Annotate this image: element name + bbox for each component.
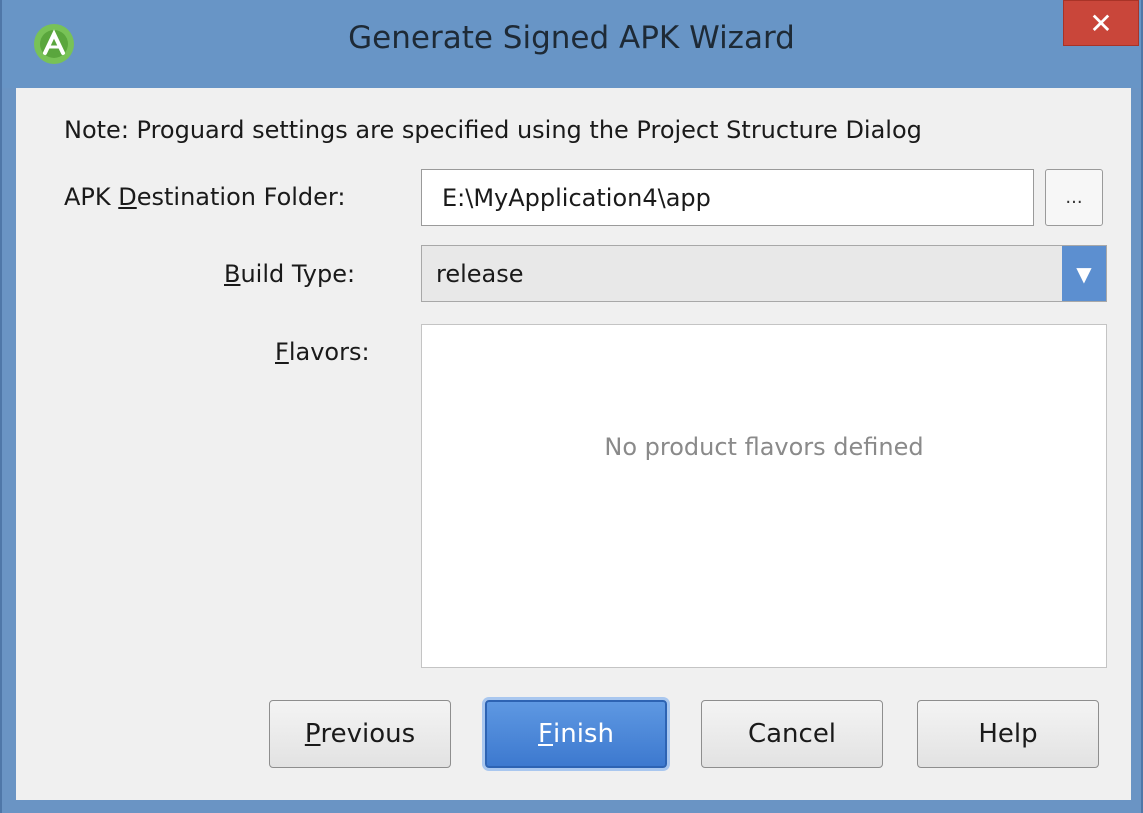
- title-bar[interactable]: Generate Signed APK Wizard ✕: [2, 0, 1141, 88]
- build-type-select[interactable]: release ▼: [421, 245, 1107, 302]
- window-title: Generate Signed APK Wizard: [348, 20, 795, 56]
- dialog-content: Note: Proguard settings are specified us…: [16, 88, 1131, 800]
- destination-label: APK Destination Folder:: [64, 183, 346, 211]
- proguard-note: Note: Proguard settings are specified us…: [64, 116, 922, 144]
- wizard-window: Generate Signed APK Wizard ✕ Note: Progu…: [0, 0, 1143, 813]
- close-icon: ✕: [1089, 6, 1113, 40]
- flavors-list[interactable]: No product flavors defined: [421, 324, 1107, 668]
- cancel-button[interactable]: Cancel: [701, 700, 883, 768]
- help-button[interactable]: Help: [917, 700, 1099, 768]
- build-type-value: release: [436, 260, 524, 288]
- previous-button[interactable]: Previous: [269, 700, 451, 768]
- finish-button[interactable]: Finish: [485, 700, 667, 768]
- close-button[interactable]: ✕: [1063, 0, 1139, 46]
- build-type-label: Build Type:: [224, 260, 356, 288]
- flavors-empty-text: No product flavors defined: [604, 433, 924, 461]
- browse-button[interactable]: ...: [1045, 169, 1103, 226]
- chevron-down-icon[interactable]: ▼: [1062, 246, 1106, 301]
- flavors-label: Flavors:: [275, 338, 370, 366]
- destination-folder-input[interactable]: E:\MyApplication4\app: [421, 169, 1034, 226]
